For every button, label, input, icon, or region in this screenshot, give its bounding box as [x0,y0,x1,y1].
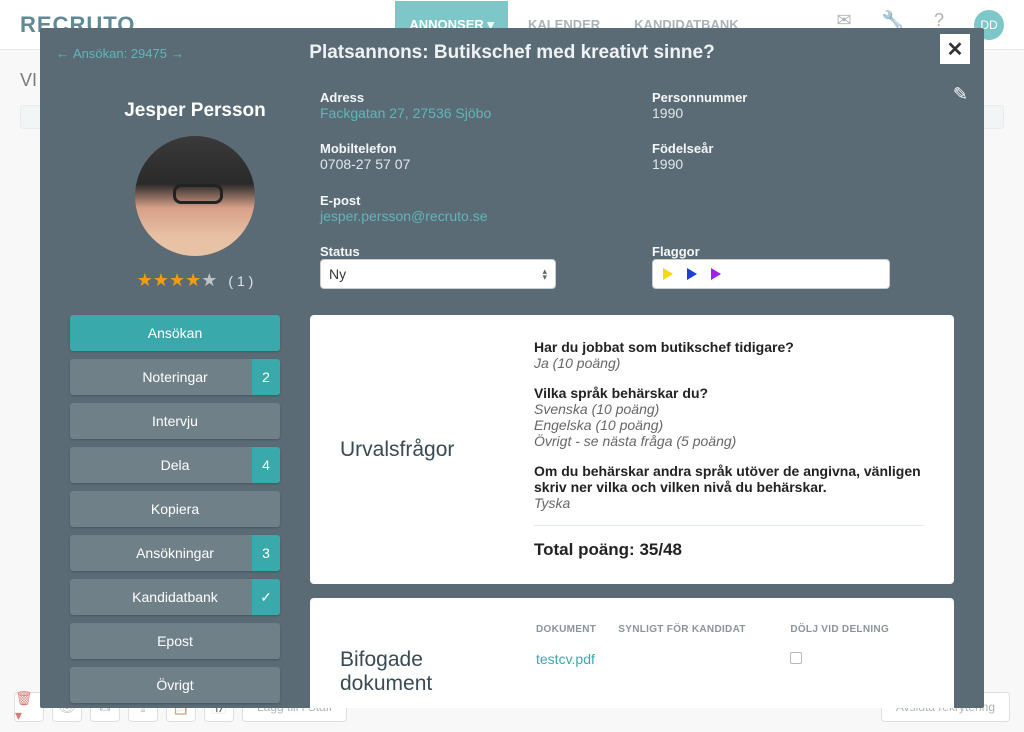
card-title-urval: Urvalsfrågor [340,339,500,560]
star-icon: ★ [169,270,185,290]
tab-intervju[interactable]: Intervju [70,403,280,439]
modal-title: Platsannons: Butikschef med kreativt sin… [40,42,984,64]
star-icon: ★ [153,270,169,290]
col-document: DOKUMENT [536,624,616,645]
candidate-avatar [135,136,255,256]
modal-header: ← Ansökan: 29475 → Platsannons: Butiksch… [40,28,984,68]
flag-blue-icon [687,268,697,280]
profile-column: Jesper Persson ★★★★★ ( 1 ) [70,86,320,291]
answer-2b: Engelska (10 poäng) [534,417,924,433]
label-birth: Födelseår [652,141,954,156]
info-column: Adress Fackgatan 27, 27536 Sjöbo Personn… [320,86,954,291]
value-pnr: 1990 [652,105,954,121]
badge-ansokningar: 3 [252,535,280,571]
col-visible: SYNLIGT FÖR KANDIDAT [618,624,788,645]
card-body-docs: DOKUMENT SYNLIGT FÖR KANDIDAT DÖLJ VID D… [534,622,924,696]
tab-ansokningar-label: Ansökningar [136,545,214,561]
label-pnr: Personnummer [652,90,954,105]
tab-ansokan[interactable]: Ansökan [70,315,280,351]
modal-body: Ansökan Noteringar 2 Intervju Dela 4 Kop… [40,315,984,708]
badge-kandidatbank: ✓ [252,579,280,615]
chevron-updown-icon: ▴▾ [542,268,547,280]
table-row: testcv.pdf [536,647,922,671]
tab-ansokningar[interactable]: Ansökningar 3 [70,535,280,571]
answer-1: Ja (10 poäng) [534,355,924,371]
tab-ovrigt[interactable]: Övrigt [70,667,280,703]
card-urvalsfragor: Urvalsfrågor Har du jobbat som butiksche… [310,315,954,584]
card-title-docs: Bifogade dokument [340,622,500,696]
tab-kandidatbank-label: Kandidatbank [132,589,218,605]
value-mobile: 0708-27 57 07 [320,156,622,172]
value-email[interactable]: jesper.persson@recruto.se [320,208,622,224]
label-address: Adress [320,90,622,105]
flags-input[interactable] [652,259,890,289]
tab-noteringar-label: Noteringar [142,369,207,385]
label-mobile: Mobiltelefon [320,141,622,156]
question-1: Har du jobbat som butikschef tidigare? [534,339,924,355]
tab-kopiera[interactable]: Kopiera [70,491,280,527]
tab-dela-label: Dela [161,457,190,473]
doc-link[interactable]: testcv.pdf [536,651,595,667]
tab-kandidatbank[interactable]: Kandidatbank ✓ [70,579,280,615]
star-icon: ★ [137,270,153,290]
tab-epost[interactable]: Epost [70,623,280,659]
tab-dela[interactable]: Dela 4 [70,447,280,483]
status-value: Ny [329,266,346,282]
candidate-name: Jesper Persson [70,100,320,122]
close-icon[interactable]: ✕ [940,34,970,64]
total-score: Total poäng: 35/48 [534,540,924,560]
edit-icon[interactable]: ✎ [953,84,968,105]
flag-purple-icon [711,268,721,280]
side-nav: Ansökan Noteringar 2 Intervju Dela 4 Kop… [70,315,280,703]
badge-dela: 4 [252,447,280,483]
modal-overlay: ← Ansökan: 29475 → Platsannons: Butiksch… [0,0,1024,732]
flag-yellow-icon [663,268,673,280]
star-empty-icon: ★ [201,270,217,290]
tab-noteringar[interactable]: Noteringar 2 [70,359,280,395]
value-birth: 1990 [652,156,954,172]
label-flags: Flaggor [652,244,954,259]
documents-table: DOKUMENT SYNLIGT FÖR KANDIDAT DÖLJ VID D… [534,622,924,673]
rating-count: ( 1 ) [228,273,253,289]
card-documents: Bifogade dokument DOKUMENT SYNLIGT FÖR K… [310,598,954,708]
content-column: Urvalsfrågor Har du jobbat som butiksche… [310,315,954,708]
modal-top: Jesper Persson ★★★★★ ( 1 ) Adress Fackga… [40,68,984,315]
label-email: E-post [320,193,622,208]
question-2: Vilka språk behärskar du? [534,385,924,401]
application-modal: ← Ansökan: 29475 → Platsannons: Butiksch… [40,28,984,708]
answer-3: Tyska [534,495,924,511]
divider [534,525,924,526]
question-3: Om du behärskar andra språk utöver de an… [534,463,924,495]
hide-checkbox[interactable] [790,652,802,664]
label-status: Status [320,244,622,259]
answer-2a: Svenska (10 poäng) [534,401,924,417]
rating[interactable]: ★★★★★ ( 1 ) [70,270,320,291]
col-hide: DÖLJ VID DELNING [790,624,922,645]
card-body-urval: Har du jobbat som butikschef tidigare? J… [534,339,924,560]
star-icon: ★ [185,270,201,290]
value-address[interactable]: Fackgatan 27, 27536 Sjöbo [320,105,622,121]
answer-2c: Övrigt - se nästa fråga (5 poäng) [534,433,924,449]
badge-noteringar: 2 [252,359,280,395]
status-select[interactable]: Ny ▴▾ [320,259,556,289]
